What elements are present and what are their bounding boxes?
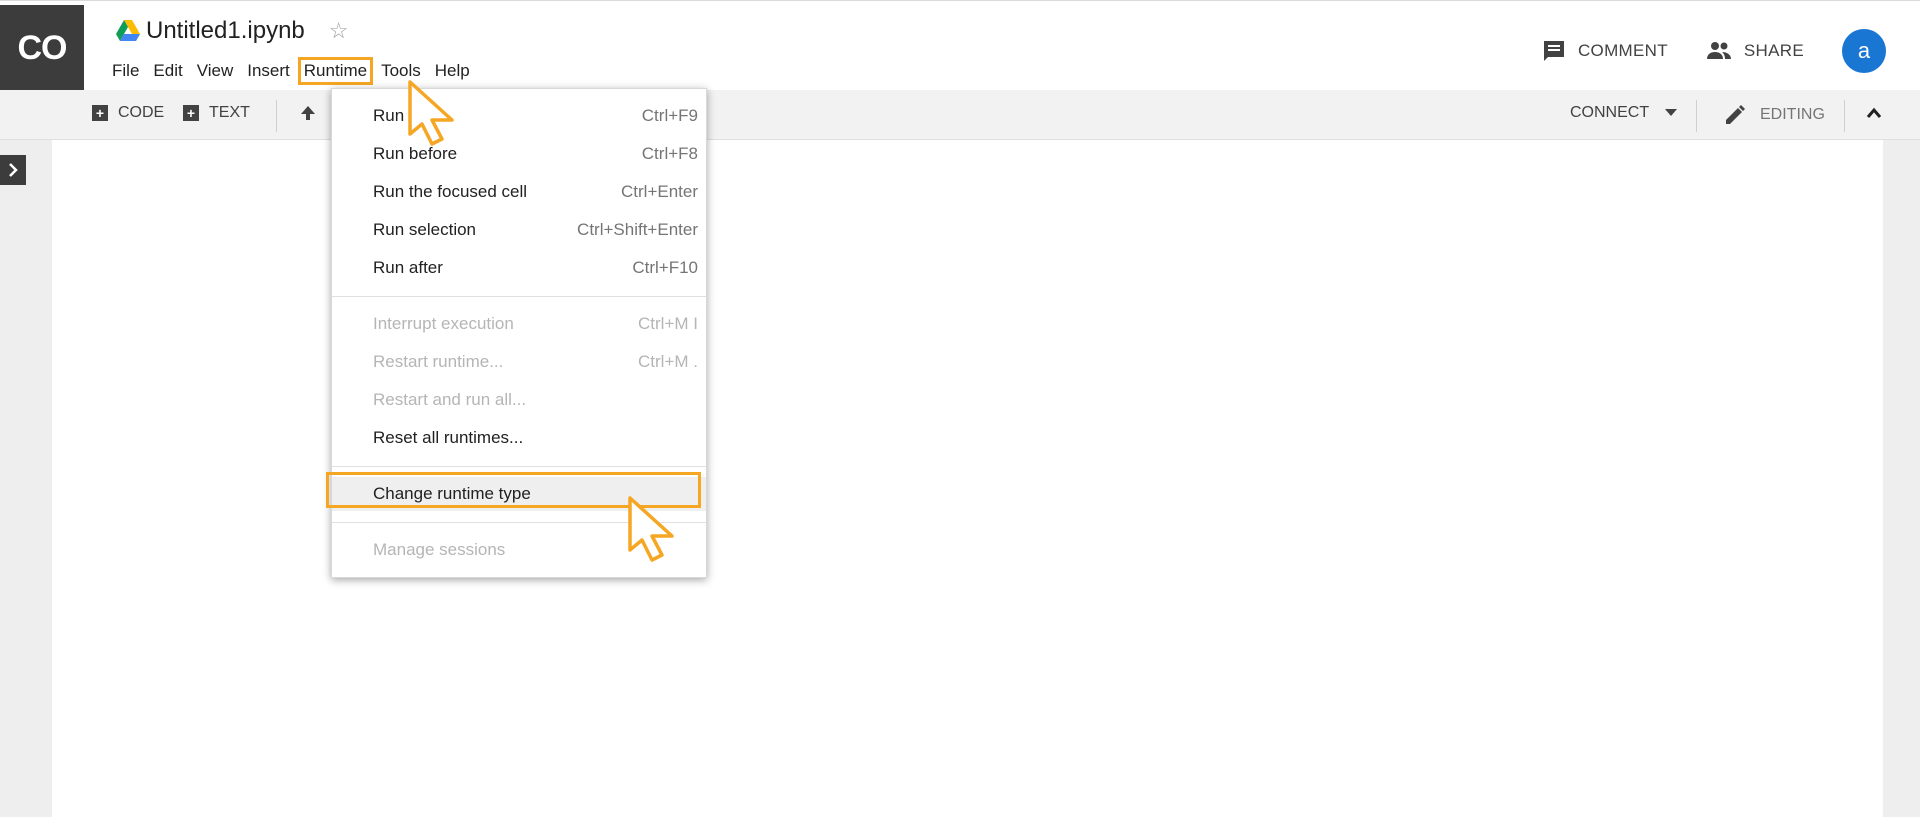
connect-label: CONNECT: [1570, 104, 1650, 121]
add-code-label: CODE: [118, 104, 165, 121]
share-icon: [1706, 42, 1731, 59]
colab-logo[interactable]: CO: [0, 5, 84, 91]
right-gutter: [1883, 140, 1920, 817]
add-text-button[interactable]: + TEXT: [183, 104, 250, 122]
plus-icon: +: [183, 105, 199, 121]
pencil-icon: [1726, 105, 1745, 124]
menu-item-label: Restart and run all...: [373, 390, 527, 409]
menu-item-label: Run: [373, 106, 405, 125]
menu-insert[interactable]: Insert: [241, 57, 296, 85]
toolbar-divider: [276, 100, 277, 132]
drive-icon: [116, 20, 140, 41]
menu-item-label: Run after: [373, 258, 443, 277]
menu-item-restart-runtime: Restart runtime... Ctrl+M .: [332, 345, 706, 379]
collapse-header-button[interactable]: [1866, 107, 1882, 119]
menu-item-label: Run selection: [373, 220, 477, 239]
menu-item-run-before[interactable]: Run before Ctrl+F8: [332, 137, 706, 171]
menu-item-shortcut: Ctrl+M .: [638, 352, 698, 371]
menu-divider: [332, 466, 706, 467]
menu-item-run-focused-cell[interactable]: Run the focused cell Ctrl+Enter: [332, 175, 706, 209]
notebook-title[interactable]: Untitled1.ipynb: [146, 17, 305, 45]
editing-mode-button[interactable]: EDITING: [1724, 104, 1825, 126]
header-actions: COMMENT SHARE a: [1542, 29, 1920, 73]
menu-item-label: Reset all runtimes...: [373, 428, 524, 447]
menu-runtime[interactable]: Runtime: [297, 57, 374, 85]
colab-page: CO Untitled1.ipynb ☆ File Edit View Inse…: [0, 0, 1920, 817]
menu-item-restart-and-run-all: Restart and run all...: [332, 383, 706, 417]
arrow-up-icon: [301, 106, 315, 120]
cursor-icon: [408, 80, 454, 146]
star-icon[interactable]: ☆: [329, 18, 349, 44]
menu-item-reset-all-runtimes[interactable]: Reset all runtimes...: [332, 421, 706, 455]
chevron-right-icon: [9, 163, 18, 177]
share-label: SHARE: [1743, 41, 1804, 60]
expand-sidebar-button[interactable]: [0, 155, 26, 185]
menu-item-label: Run the focused cell: [373, 182, 528, 201]
toolbar: + CODE + TEXT CONNECT EDITING: [0, 90, 1920, 140]
toolbar-divider: [1844, 100, 1845, 132]
header: CO Untitled1.ipynb ☆ File Edit View Inse…: [0, 0, 1920, 91]
toolbar-divider: [1696, 100, 1697, 132]
share-button[interactable]: SHARE: [1706, 41, 1804, 61]
menu-item-label: Restart runtime...: [373, 352, 504, 371]
add-code-button[interactable]: + CODE: [92, 104, 164, 122]
menu-item-run-selection[interactable]: Run selection Ctrl+Shift+Enter: [332, 213, 706, 247]
menu-item-interrupt-execution: Interrupt execution Ctrl+M I: [332, 307, 706, 341]
menu-item-run[interactable]: Run Ctrl+F9: [332, 99, 706, 133]
chevron-up-icon: [1866, 107, 1882, 118]
move-cell-up-button[interactable]: [300, 104, 316, 122]
menu-view[interactable]: View: [191, 57, 240, 85]
menu-item-shortcut: Ctrl+Enter: [621, 182, 698, 201]
add-text-label: TEXT: [209, 104, 250, 121]
menu-item-shortcut: Ctrl+M I: [638, 314, 698, 333]
caret-down-icon: [1665, 109, 1678, 116]
cursor-icon: [628, 496, 674, 562]
comment-icon: [1543, 41, 1564, 61]
title-row: Untitled1.ipynb ☆: [116, 17, 349, 45]
menu-item-label: Interrupt execution: [373, 314, 514, 333]
menu-item-shortcut: Ctrl+F9: [641, 106, 698, 125]
menu-item-shortcut: Ctrl+F10: [632, 258, 698, 277]
connect-button[interactable]: CONNECT: [1570, 104, 1678, 122]
plus-icon: +: [92, 105, 108, 121]
menu-item-shortcut: Ctrl+F8: [641, 144, 698, 163]
left-sidebar: [0, 140, 52, 817]
comment-button[interactable]: COMMENT: [1542, 39, 1668, 63]
menu-file[interactable]: File: [106, 57, 145, 85]
menu-edit[interactable]: Edit: [147, 57, 188, 85]
editing-label: EDITING: [1760, 106, 1825, 123]
menu-divider: [332, 296, 706, 297]
comment-label: COMMENT: [1577, 41, 1668, 60]
avatar[interactable]: a: [1842, 29, 1886, 73]
menu-item-label: Manage sessions: [373, 540, 506, 559]
menu-item-shortcut: Ctrl+Shift+Enter: [577, 220, 698, 239]
menu-item-run-after[interactable]: Run after Ctrl+F10: [332, 251, 706, 285]
